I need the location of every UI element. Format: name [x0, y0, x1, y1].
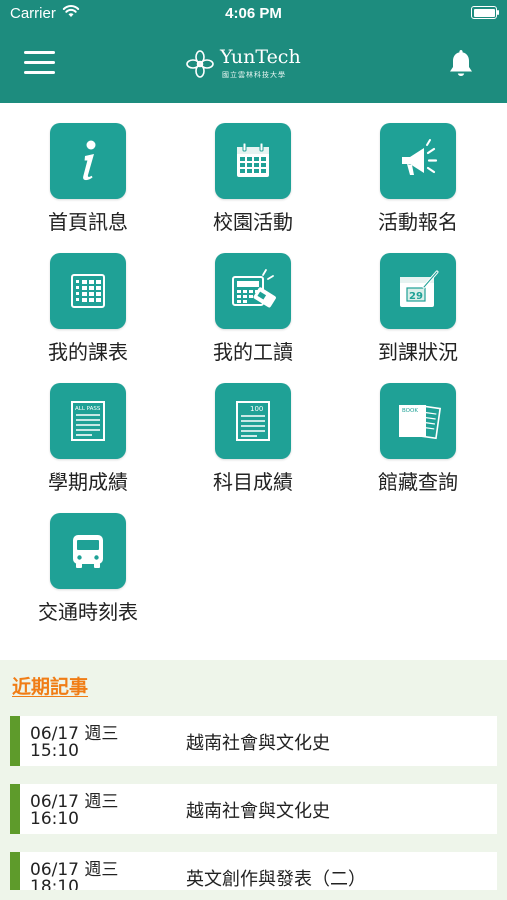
- hamburger-menu-button[interactable]: [24, 51, 56, 75]
- battery-level: [473, 8, 495, 17]
- event-title: 英文創作與發表（二）: [186, 869, 366, 890]
- menu-item-label: 我的工讀: [213, 340, 293, 364]
- menu-item-semester-grades[interactable]: ALL PASS 學期成績: [13, 383, 163, 503]
- clock: 4:06 PM: [225, 5, 282, 22]
- menu-item-attendance[interactable]: 29 到課狀況: [343, 253, 493, 373]
- event-time: 18:10: [30, 877, 79, 890]
- event-time: 15:10: [30, 741, 79, 761]
- menu-item-label: 科目成績: [213, 470, 293, 494]
- bus-icon: [50, 513, 126, 589]
- menu-item-event-registration[interactable]: 活動報名: [343, 123, 493, 243]
- menu-item-label: 到課狀況: [378, 340, 458, 364]
- recent-events-section: 近期記事 06/17 週三 15:10 越南社會與文化史 06/17 週三 16…: [0, 660, 507, 900]
- event-row[interactable]: 06/17 週三 15:10 越南社會與文化史: [10, 716, 497, 766]
- icon-text-100: 100: [250, 405, 263, 413]
- logo-name: YunTech: [220, 46, 301, 68]
- report-all-pass-icon: ALL PASS: [50, 383, 126, 459]
- timetable-icon: [50, 253, 126, 329]
- library-books-icon: BOOK: [380, 383, 456, 459]
- event-row[interactable]: 06/17 週三 18:10 英文創作與發表（二）: [10, 852, 497, 890]
- icon-text-all-pass: ALL PASS: [75, 406, 101, 412]
- menu-item-label: 活動報名: [378, 210, 458, 234]
- menu-item-label: 學期成績: [48, 470, 128, 494]
- menu-item-library-search[interactable]: BOOK 館藏查詢: [343, 383, 493, 503]
- menu-item-bus-schedule[interactable]: 交通時刻表: [13, 513, 163, 633]
- battery-icon: [471, 6, 499, 19]
- event-accent-bar: [10, 716, 20, 766]
- megaphone-icon: [380, 123, 456, 199]
- event-accent-bar: [10, 784, 20, 834]
- icon-text-book: BOOK: [402, 408, 418, 414]
- info-icon: [50, 123, 126, 199]
- menu-item-label: 館藏查詢: [378, 470, 458, 494]
- recent-events-scroll-area: 近期記事 06/17 週三 15:10 越南社會與文化史 06/17 週三 16…: [0, 660, 507, 890]
- menu-item-label: 交通時刻表: [38, 600, 138, 624]
- calculator-card-icon: [215, 253, 291, 329]
- menu-item-subject-grades[interactable]: 100 科目成績: [178, 383, 328, 503]
- menu-item-label: 首頁訊息: [48, 210, 128, 234]
- event-accent-bar: [10, 852, 20, 890]
- event-time: 16:10: [30, 809, 79, 829]
- logo-mark-icon: [186, 50, 214, 78]
- svg-text:29: 29: [409, 291, 423, 302]
- event-row[interactable]: 06/17 週三 16:10 越南社會與文化史: [10, 784, 497, 834]
- menu-item-campus-events[interactable]: 校園活動: [178, 123, 328, 243]
- menu-item-my-work-study[interactable]: 我的工讀: [178, 253, 328, 373]
- score-100-icon: 100: [215, 383, 291, 459]
- menu-line: [24, 71, 55, 74]
- menu-item-my-timetable[interactable]: 我的課表: [13, 253, 163, 373]
- status-bar: Carrier 4:06 PM: [0, 0, 507, 26]
- calendar-icon: [215, 123, 291, 199]
- recent-events-title[interactable]: 近期記事: [12, 672, 88, 699]
- logo-subtitle: 國立雲林科技大學: [222, 71, 286, 79]
- menu-line: [24, 61, 55, 64]
- attendance-calendar-icon: 29: [380, 253, 456, 329]
- nav-bar: YunTech 國立雲林科技大學: [0, 26, 507, 103]
- menu-item-label: 校園活動: [213, 210, 293, 234]
- menu-item-home-messages[interactable]: 首頁訊息: [13, 123, 163, 243]
- menu-line: [24, 51, 55, 54]
- event-title: 越南社會與文化史: [186, 801, 330, 822]
- event-title: 越南社會與文化史: [186, 733, 330, 754]
- menu-item-label: 我的課表: [48, 340, 128, 364]
- bell-icon[interactable]: [448, 48, 474, 78]
